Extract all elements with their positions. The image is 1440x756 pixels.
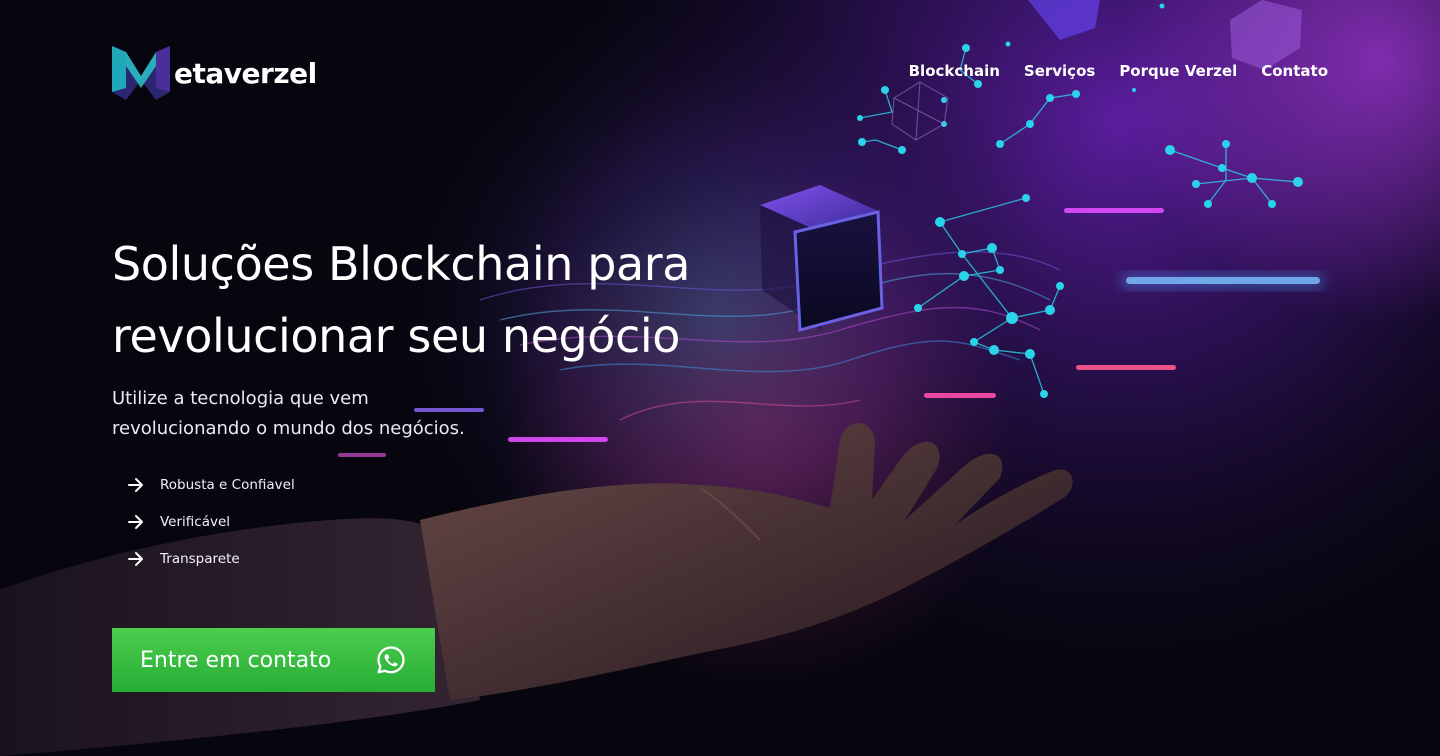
arrow-right-icon	[128, 551, 143, 566]
nav-link-porque-verzel[interactable]: Porque Verzel	[1119, 62, 1237, 80]
whatsapp-icon	[377, 646, 405, 674]
contact-button-label: Entre em contato	[140, 647, 332, 673]
hero-headline: Soluções Blockchain para revolucionar se…	[112, 228, 812, 372]
hero-subtitle: Utilize a tecnologia que vem revoluciona…	[112, 384, 572, 444]
hero-subtitle-line-2: revolucionando o mundo dos negócios.	[112, 418, 465, 439]
feature-label: Verificável	[160, 513, 231, 530]
arrow-right-icon	[128, 477, 143, 492]
brand-name: etaverzel	[174, 56, 317, 90]
main-navigation: Blockchain Serviços Porque Verzel Contat…	[909, 62, 1328, 80]
arrow-right-icon	[128, 514, 143, 529]
brand-logo[interactable]: etaverzel	[112, 44, 317, 100]
feature-item: Verificável	[126, 503, 446, 540]
hero-subtitle-line-1: Utilize a tecnologia que vem	[112, 388, 369, 409]
nav-link-blockchain[interactable]: Blockchain	[909, 62, 1000, 80]
nav-link-servicos[interactable]: Serviços	[1024, 62, 1095, 80]
contact-whatsapp-button[interactable]: Entre em contato	[112, 628, 435, 692]
hero-headline-line-2: revolucionar seu negócio	[112, 309, 681, 363]
feature-item: Transparete	[126, 540, 446, 577]
hero-headline-line-1: Soluções Blockchain para	[112, 237, 691, 291]
metaverzel-m-logo-icon	[112, 46, 170, 100]
feature-label: Robusta e Confiavel	[160, 476, 295, 493]
nav-link-contato[interactable]: Contato	[1261, 62, 1328, 80]
feature-item: Robusta e Confiavel	[126, 466, 446, 503]
feature-list: Robusta e Confiavel Verificável Transpar…	[126, 466, 446, 577]
feature-label: Transparete	[160, 550, 240, 567]
